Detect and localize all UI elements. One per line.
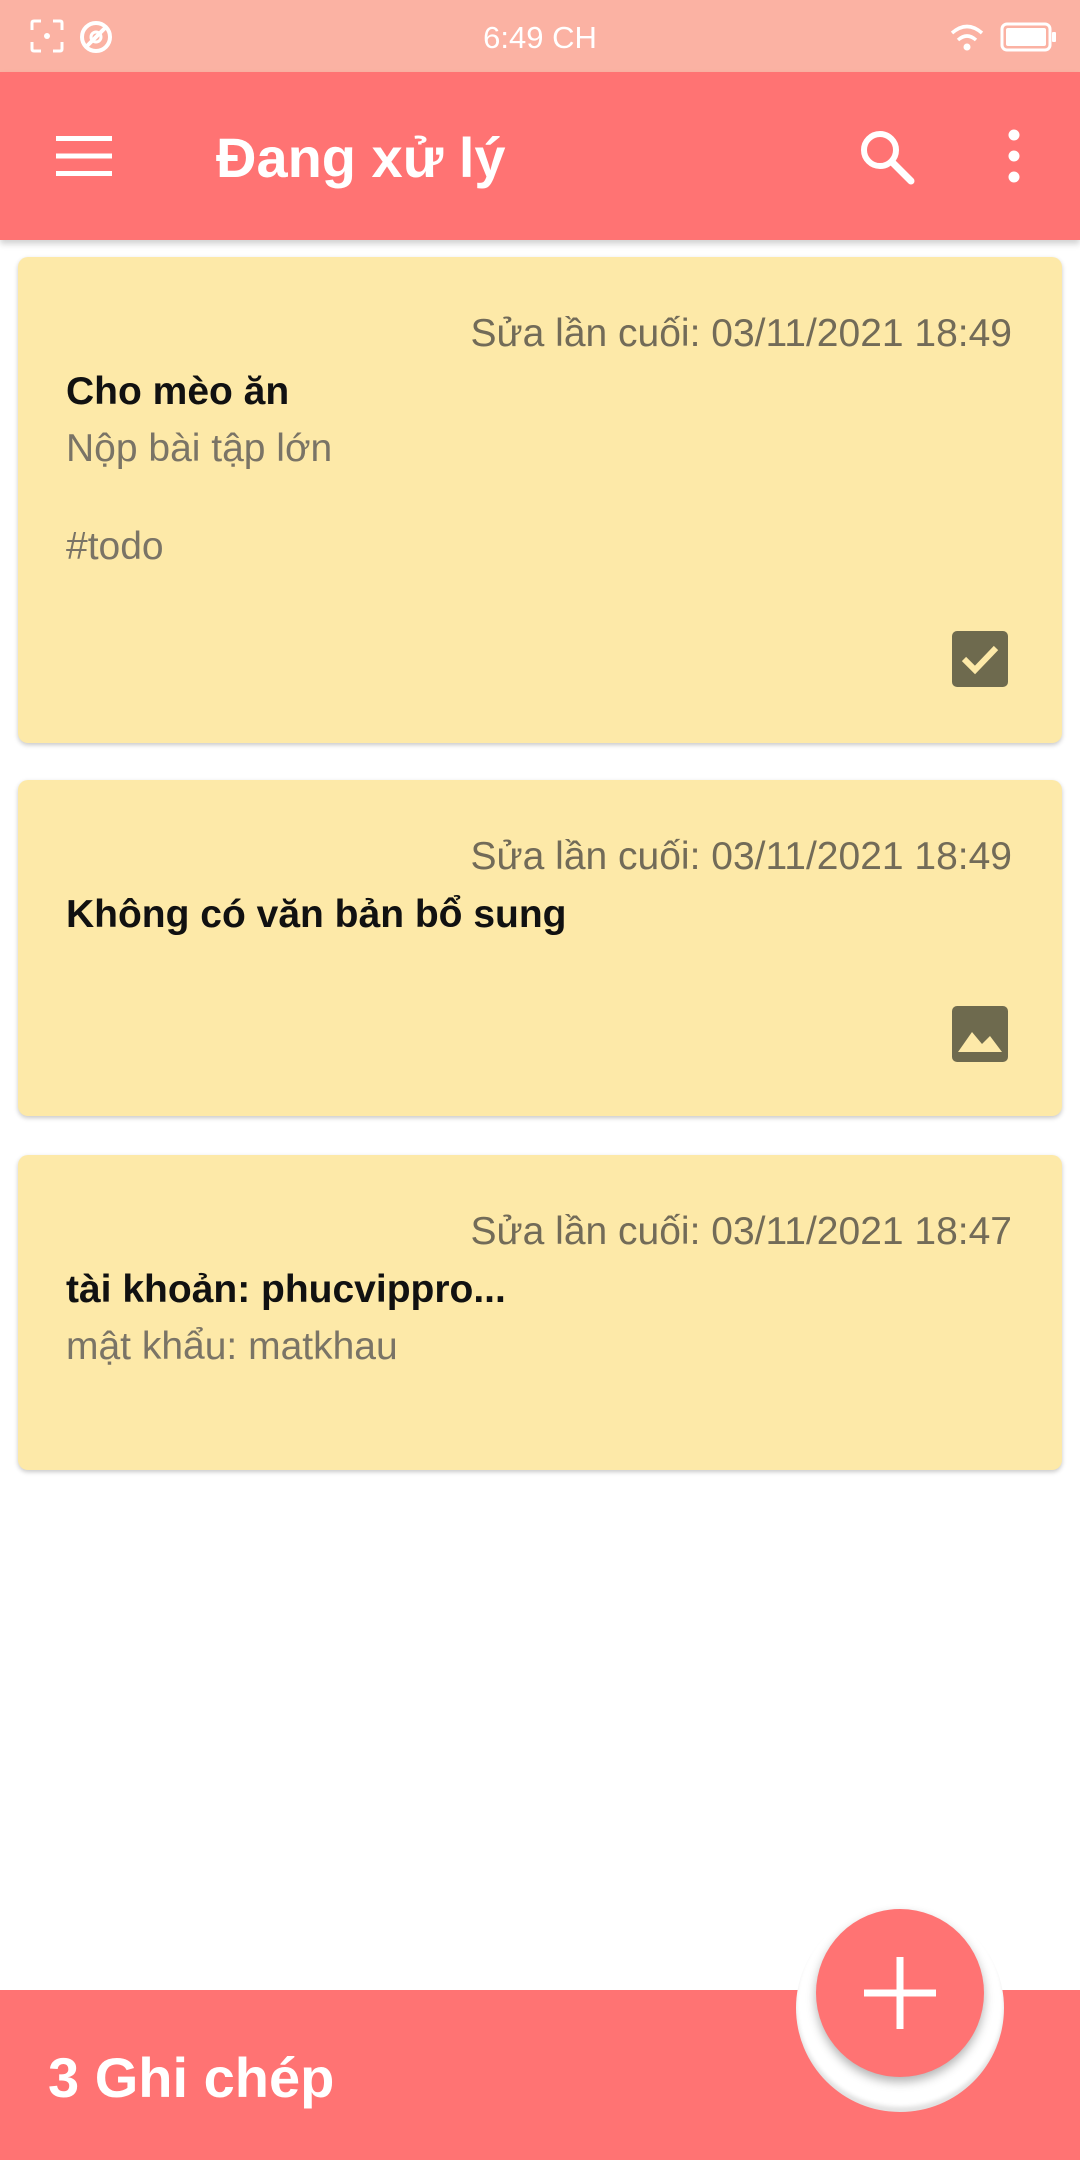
note-modified-time: Sửa lần cuối: 03/11/2021 18:49 <box>470 835 1012 878</box>
note-card[interactable]: Sửa lần cuối: 03/11/2021 18:47 tài khoản… <box>18 1155 1062 1470</box>
page-title: Đang xử lý <box>216 126 506 189</box>
note-modified-time: Sửa lần cuối: 03/11/2021 18:47 <box>470 1210 1012 1253</box>
note-title: tài khoản: phucvippro... <box>66 1268 506 1311</box>
note-tag: #todo <box>66 525 164 568</box>
status-time: 6:49 CH <box>483 20 597 55</box>
note-card[interactable]: Sửa lần cuối: 03/11/2021 18:49 Không có … <box>18 780 1062 1116</box>
note-body: Nộp bài tập lớn <box>66 427 333 470</box>
image-icon <box>952 1006 1008 1062</box>
note-body: mật khẩu: matkhau <box>66 1325 398 1368</box>
menu-icon[interactable] <box>54 134 114 178</box>
notes-count: 3 Ghi chép <box>48 2046 335 2109</box>
note-title: Không có văn bản bổ sung <box>66 893 567 936</box>
add-note-button[interactable] <box>816 1909 984 2077</box>
note-modified-time: Sửa lần cuối: 03/11/2021 18:49 <box>470 312 1012 355</box>
status-bar: 6:49 CH <box>0 0 1080 72</box>
note-title: Cho mèo ăn <box>66 370 290 413</box>
add-icon <box>864 1957 936 2029</box>
more-vert-icon[interactable] <box>1000 128 1028 184</box>
search-icon[interactable] <box>858 128 916 186</box>
app-bar: Đang xử lý <box>0 72 1080 240</box>
note-card[interactable]: Sửa lần cuối: 03/11/2021 18:49 Cho mèo ă… <box>18 257 1062 743</box>
wifi-icon <box>950 24 984 51</box>
checkbox-icon <box>952 631 1008 687</box>
battery-icon <box>1000 22 1056 52</box>
